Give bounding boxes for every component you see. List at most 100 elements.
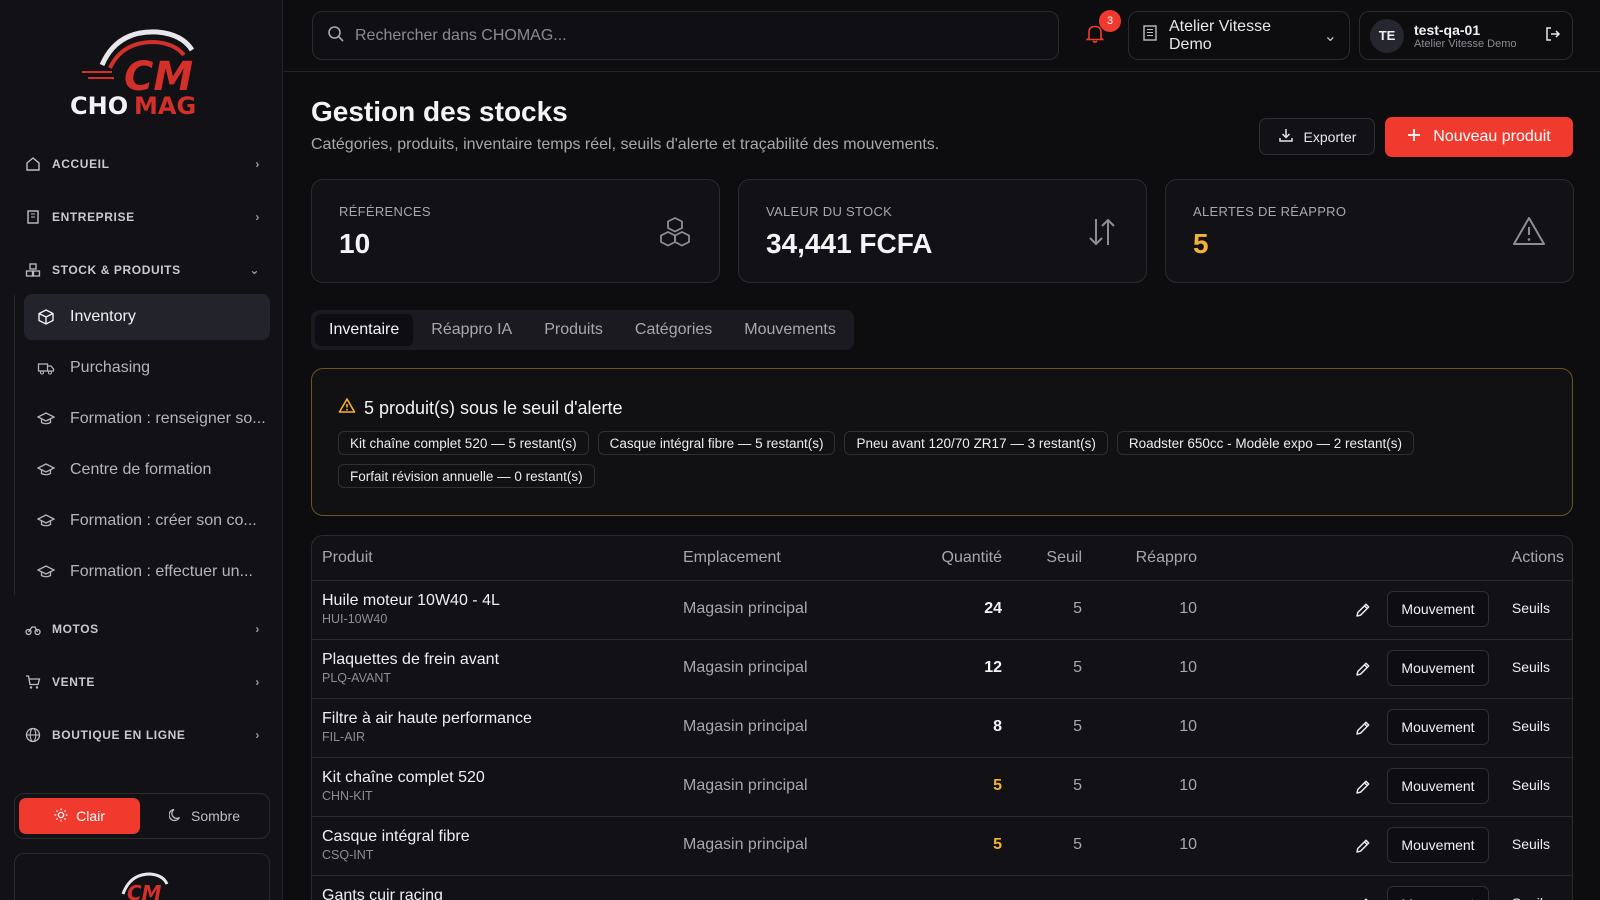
table-row[interactable]: Casque intégral fibre CSQ-INT Magasin prin… — [312, 817, 1572, 876]
home-icon — [24, 155, 42, 173]
column-header-reorder[interactable]: Réappro — [1136, 549, 1197, 567]
column-header-quantity[interactable]: Quantité — [942, 549, 1002, 567]
search-input[interactable] — [355, 26, 1035, 45]
chevron-right-icon: › — [255, 675, 260, 689]
nav-section-entreprise[interactable]: ENTREPRISE › — [24, 205, 260, 229]
alert-chip[interactable]: Pneu avant 120/70 ZR17 — 3 restant(s) — [844, 431, 1108, 455]
sidebar-item-label: Formation : effectuer un... — [70, 563, 253, 580]
nav-section-vente[interactable]: VENTE › — [24, 670, 260, 694]
movement-button[interactable]: Mouvement — [1387, 886, 1489, 900]
chevron-right-icon: › — [255, 210, 260, 224]
thresholds-button[interactable]: Seuils — [1512, 718, 1550, 734]
nav-section-stock[interactable]: STOCK & PRODUITS ⌄ — [24, 258, 260, 282]
warning-triangle-icon — [338, 397, 356, 420]
sun-icon — [54, 808, 68, 825]
table-row[interactable]: Kit chaîne complet 520 CHN-KIT Magasin pri… — [312, 758, 1572, 817]
sidebar-item-inventory[interactable]: Inventory — [24, 294, 270, 340]
column-header-product[interactable]: Produit — [322, 549, 373, 567]
edit-icon[interactable] — [1353, 895, 1375, 900]
org-selector[interactable]: Atelier Vitesse Demo ⌄ — [1128, 11, 1350, 60]
theme-toggle: Clair Sombre — [14, 793, 270, 839]
low-stock-alert: 5 produit(s) sous le seuil d'alerte Kit … — [311, 368, 1573, 516]
search-icon — [327, 25, 345, 46]
chevron-right-icon: › — [255, 622, 260, 636]
org-name: Atelier Vitesse Demo — [1169, 17, 1271, 53]
chevron-down-icon: ⌄ — [249, 263, 260, 277]
logout-icon[interactable] — [1544, 25, 1562, 46]
quantity-cell: 5 — [993, 836, 1002, 853]
nav-section-accueil[interactable]: ACCUEIL › — [24, 152, 260, 176]
tab-inventaire[interactable]: Inventaire — [315, 314, 414, 346]
tab-categories[interactable]: Catégories — [621, 314, 726, 346]
stat-label: ALERTES DE RÉAPPRO — [1193, 204, 1347, 219]
movement-button[interactable]: Mouvement — [1387, 591, 1489, 627]
threshold-cell: 5 — [1073, 659, 1082, 676]
workspace-card[interactable]: CM — [14, 853, 270, 900]
avatar: TE — [1370, 18, 1404, 53]
user-org: Atelier Vitesse Demo — [1414, 37, 1517, 50]
edit-icon[interactable] — [1353, 600, 1375, 622]
movement-button[interactable]: Mouvement — [1387, 827, 1489, 863]
inventory-table: Produit Emplacement Quantité Seuil Réapp… — [311, 535, 1573, 900]
sidebar-item-purchasing[interactable]: Purchasing — [24, 345, 270, 391]
boxes-icon — [657, 214, 693, 250]
sidebar-item-label: Inventory — [70, 308, 136, 325]
tab-reappro-ia[interactable]: Réappro IA — [417, 314, 526, 346]
edit-icon[interactable] — [1353, 836, 1375, 858]
sidebar-item-centre-formation[interactable]: Centre de formation — [24, 447, 270, 493]
alert-chip[interactable]: Roadster 650cc - Modèle expo — 2 restant… — [1116, 431, 1414, 455]
thresholds-button[interactable]: Seuils — [1512, 777, 1550, 793]
export-button[interactable]: Exporter — [1259, 118, 1375, 155]
nav-section-boutique[interactable]: BOUTIQUE EN LIGNE › — [24, 723, 260, 747]
product-name[interactable]: Gants cuir racing — [322, 887, 443, 900]
theme-dark-button[interactable]: Sombre — [144, 798, 265, 834]
package-icon — [36, 307, 56, 327]
user-menu[interactable]: TE test-qa-01 Atelier Vitesse Demo — [1359, 11, 1573, 60]
table-row[interactable]: Filtre à air haute performance FIL-AIR Mag… — [312, 699, 1572, 758]
nav-section-motos[interactable]: MOTOS › — [24, 617, 260, 641]
table-row[interactable]: Plaquettes de frein avant PLQ-AVANT Magasi… — [312, 640, 1572, 699]
thresholds-button[interactable]: Seuils — [1512, 600, 1550, 616]
column-header-actions: Actions — [1511, 549, 1564, 566]
sidebar-item-formation-creer[interactable]: Formation : créer son co... — [24, 498, 270, 544]
thresholds-button[interactable]: Seuils — [1512, 836, 1550, 852]
stat-value: 34,441 FCFA — [766, 228, 933, 259]
table-row[interactable]: Huile moteur 10W40 - 4L HUI-10W40 Magasin … — [312, 581, 1572, 640]
sidebar-item-formation-effectuer[interactable]: Formation : effectuer un... — [24, 549, 270, 595]
alert-chip[interactable]: Casque intégral fibre — 5 restant(s) — [597, 431, 836, 455]
plus-icon — [1407, 128, 1421, 147]
product-name[interactable]: Kit chaîne complet 520 — [322, 769, 485, 787]
product-name[interactable]: Casque intégral fibre — [322, 828, 470, 846]
search-bar[interactable] — [312, 11, 1059, 60]
topbar: 3 Atelier Vitesse Demo ⌄ TE test-qa-01 A… — [284, 0, 1600, 72]
thresholds-button[interactable]: Seuils — [1512, 659, 1550, 675]
edit-icon[interactable] — [1353, 777, 1375, 799]
table-row[interactable]: Gants cuir racing Mouvement Seuils — [312, 876, 1572, 900]
movement-button[interactable]: Mouvement — [1387, 650, 1489, 686]
tab-mouvements[interactable]: Mouvements — [730, 314, 850, 346]
product-name[interactable]: Huile moteur 10W40 - 4L — [322, 592, 500, 610]
column-header-threshold[interactable]: Seuil — [1046, 549, 1082, 567]
theme-light-label: Clair — [76, 808, 105, 824]
tab-produits[interactable]: Produits — [530, 314, 617, 346]
graduation-cap-icon — [36, 511, 56, 531]
column-header-location[interactable]: Emplacement — [683, 549, 781, 567]
edit-icon[interactable] — [1353, 718, 1375, 740]
alert-chip[interactable]: Forfait révision annuelle — 0 restant(s) — [338, 464, 595, 488]
product-name[interactable]: Filtre à air haute performance — [322, 710, 532, 728]
thresholds-button[interactable]: Seuils — [1512, 895, 1550, 900]
alert-chip[interactable]: Kit chaîne complet 520 — 5 restant(s) — [338, 431, 589, 455]
movement-button[interactable]: Mouvement — [1387, 768, 1489, 804]
motorcycle-icon — [24, 620, 42, 638]
theme-light-button[interactable]: Clair — [19, 798, 140, 834]
sidebar-item-formation-renseigner[interactable]: Formation : renseigner so... — [24, 396, 270, 442]
new-product-button[interactable]: Nouveau produit — [1385, 117, 1573, 157]
chomag-logo[interactable]: CM CHO MAG — [62, 20, 222, 120]
nav-section-label: ACCUEIL — [52, 157, 110, 171]
product-name[interactable]: Plaquettes de frein avant — [322, 651, 499, 669]
chevron-down-icon: ⌄ — [1323, 27, 1337, 45]
reorder-cell: 10 — [1179, 600, 1197, 617]
movement-button[interactable]: Mouvement — [1387, 709, 1489, 745]
edit-icon[interactable] — [1353, 659, 1375, 681]
sidebar-item-label: Formation : créer son co... — [70, 512, 257, 529]
